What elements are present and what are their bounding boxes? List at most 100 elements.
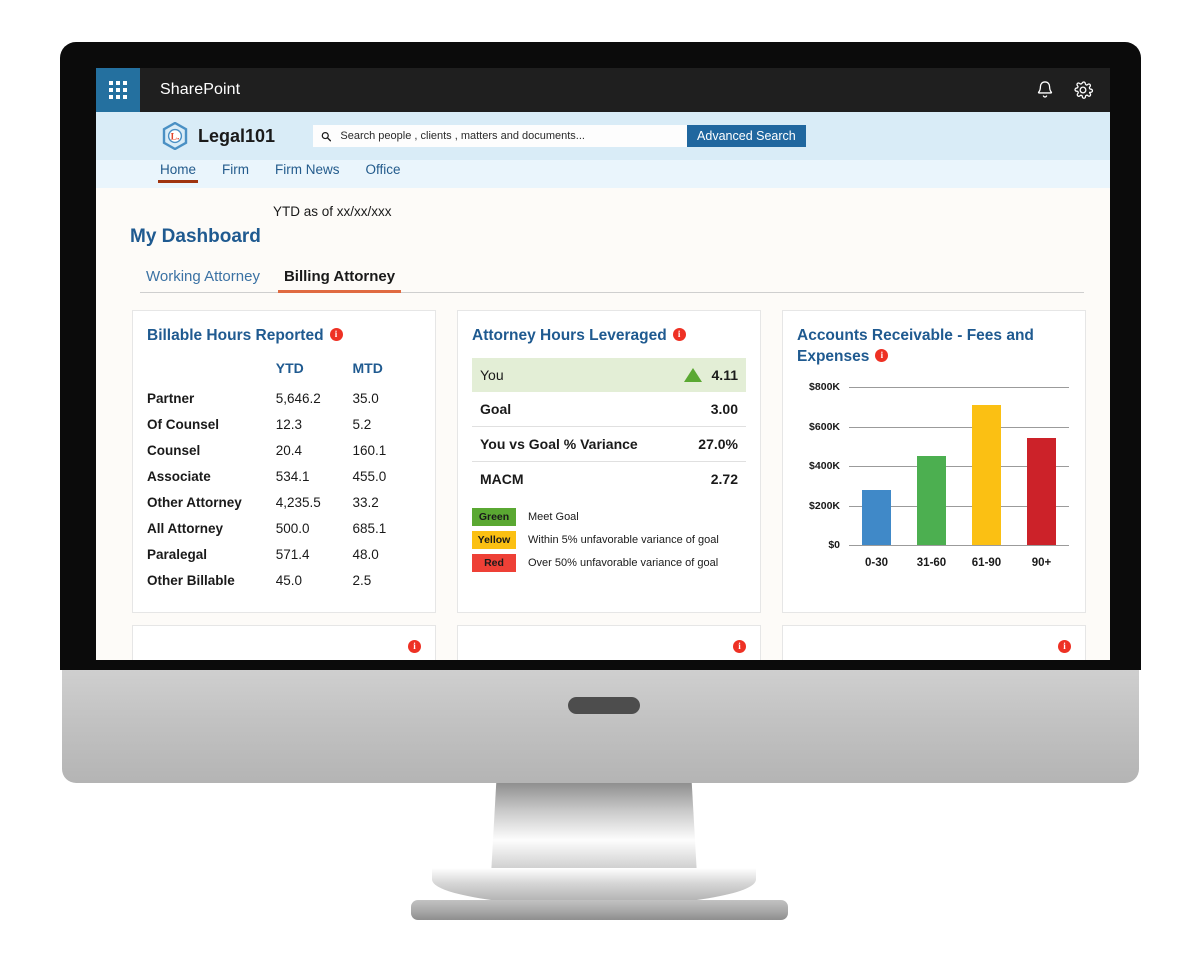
card-billable-hours-reported: Billable Hours Reported i YTD MTD Partne…: [132, 310, 436, 613]
row-ytd: 534.1: [275, 468, 310, 484]
row-mtd: 35.0: [352, 390, 379, 406]
row-label: Other Billable: [147, 572, 235, 588]
row-label: All Attorney: [147, 520, 224, 536]
row-label: Associate: [147, 468, 211, 484]
dashboard-page: YTD as of xx/xx/xxx My Dashboard Working…: [96, 188, 1110, 660]
row-mtd: 455.0: [352, 468, 387, 484]
card-stub: i: [782, 625, 1086, 660]
table-row: Other Billable 45.0 2.5: [147, 567, 421, 593]
row-mtd: 160.1: [352, 442, 387, 458]
search-box[interactable]: [313, 125, 688, 147]
chart-x-tick-label: 61-90: [971, 557, 1002, 570]
card-title: Accounts Receivable - Fees and Expenses: [797, 327, 1034, 366]
info-icon[interactable]: i: [329, 328, 343, 341]
chart-x-tick-label: 90+: [1031, 557, 1052, 570]
monitor-base: [411, 900, 788, 920]
bell-icon[interactable]: [1034, 79, 1056, 101]
dashboard-tabs: Working Attorney Billing Attorney: [140, 260, 1084, 293]
row-label: Paralegal: [147, 546, 208, 562]
hexagon-logo-icon[interactable]: L.: [162, 122, 188, 150]
logo-letter: L.: [171, 133, 180, 143]
col-header-role: [147, 358, 276, 385]
row-label: MACM: [480, 471, 524, 488]
chart-bar[interactable]: [861, 489, 891, 546]
tab-billing-attorney[interactable]: Billing Attorney: [277, 268, 402, 293]
monitor-chin-logo: [568, 697, 640, 714]
monitor-chin: [62, 670, 1139, 783]
table-header-row: YTD MTD: [147, 358, 421, 385]
card-title: Billable Hours Reported: [147, 327, 324, 344]
legend-chip: Green: [472, 508, 516, 527]
chart-y-tick-label: $600K: [809, 420, 840, 433]
nav-item-firm-news[interactable]: Firm News: [273, 160, 342, 183]
triangle-up-icon: [683, 368, 702, 383]
info-icon[interactable]: i: [1058, 640, 1071, 653]
col-header-ytd: YTD: [275, 360, 304, 377]
chart-y-tick-label: $0: [828, 539, 840, 552]
legend-chip: Red: [472, 554, 516, 573]
legend-item-red: Red Over 50% unfavorable variance of goa…: [472, 554, 746, 573]
table-row: Partner 5,646.2 35.0: [147, 385, 421, 411]
row-ytd: 12.3: [275, 416, 303, 432]
row-ytd: 20.4: [275, 442, 303, 458]
table-row: Counsel 20.4 160.1: [147, 437, 421, 463]
row-label: Counsel: [147, 442, 201, 458]
row-label: Of Counsel: [147, 416, 220, 432]
table-row: All Attorney 500.0 685.1: [147, 515, 421, 541]
nav-item-office[interactable]: Office: [364, 160, 403, 183]
legend-chip: Yellow: [472, 531, 516, 550]
monitor-illustration: SharePoint L. Legal101 Search people , c…: [0, 0, 1200, 960]
row-mtd: 48.0: [352, 546, 379, 562]
nav-item-home[interactable]: Home: [158, 160, 199, 183]
nav-item-firm[interactable]: Firm: [220, 160, 251, 183]
dashboard-cards-row: Billable Hours Reported i YTD MTD Partne…: [132, 310, 1086, 613]
row-ytd: 45.0: [275, 572, 303, 588]
table-row: Other Attorney 4,235.5 33.2: [147, 489, 421, 515]
card-stub: i: [457, 625, 761, 660]
status-legend: Green Meet Goal Yellow Within 5% unfavor…: [472, 508, 746, 573]
billable-hours-table: YTD MTD Partner 5,646.2 35.0 Of Counsel …: [147, 358, 421, 593]
chart-x-axis-labels: 0-30 31-60 61-90 90+: [849, 557, 1069, 569]
leveraged-row-you: You 4.11: [472, 358, 746, 393]
info-icon[interactable]: i: [672, 328, 686, 341]
table-row: Paralegal 571.4 48.0: [147, 541, 421, 567]
row-label: Other Attorney: [147, 494, 242, 510]
chart-plot-area: $0 $200K $400K $600K $800K: [809, 381, 1069, 551]
legend-text: Within 5% unfavorable variance of goal: [528, 534, 719, 547]
site-header: L. Legal101 Advanced Search: [96, 112, 1110, 160]
leveraged-rows: You 4.11 Goal 3.00 You vs Goal % Varianc…: [472, 358, 746, 496]
table-row: Of Counsel 12.3 5.2: [147, 411, 421, 437]
row-value: 4.11: [711, 367, 738, 384]
card-title: Attorney Hours Leveraged: [472, 327, 667, 344]
row-mtd: 33.2: [352, 494, 379, 510]
site-title: Legal101: [198, 125, 276, 146]
info-icon[interactable]: i: [733, 640, 746, 653]
chart-bars: [849, 387, 1069, 546]
card-stub: i: [132, 625, 436, 660]
chart-bar[interactable]: [916, 456, 946, 546]
search-input[interactable]: [338, 129, 680, 143]
chart-y-tick-label: $800K: [809, 381, 840, 394]
chart-y-tick-label: $400K: [809, 460, 840, 473]
tab-working-attorney[interactable]: Working Attorney: [140, 268, 266, 292]
legend-text: Over 50% unfavorable variance of goal: [528, 557, 719, 570]
row-mtd: 2.5: [352, 572, 372, 588]
row-value: 2.72: [710, 471, 738, 488]
gear-icon[interactable]: [1072, 79, 1094, 101]
app-launcher-icon[interactable]: [96, 68, 140, 112]
legend-text: Meet Goal: [528, 511, 579, 524]
chart-bar[interactable]: [1026, 437, 1056, 546]
chart-bar[interactable]: [971, 404, 1001, 546]
leveraged-row-goal: Goal 3.00: [472, 392, 746, 426]
info-icon[interactable]: i: [875, 349, 889, 363]
row-value: 27.0%: [698, 436, 738, 453]
advanced-search-button[interactable]: Advanced Search: [687, 125, 806, 147]
dashboard-cards-row-2: i i i: [132, 625, 1086, 660]
row-ytd: 571.4: [275, 546, 310, 562]
info-icon[interactable]: i: [408, 640, 421, 653]
row-ytd: 5,646.2: [275, 390, 321, 406]
chart-y-tick-label: $200K: [809, 499, 840, 512]
row-mtd: 5.2: [352, 416, 372, 432]
accounts-receivable-bar-chart: $0 $200K $400K $600K $800K 0-30 31-60 61-90 90+: [797, 381, 1071, 571]
chart-x-tick-label: 0-30: [864, 557, 888, 570]
